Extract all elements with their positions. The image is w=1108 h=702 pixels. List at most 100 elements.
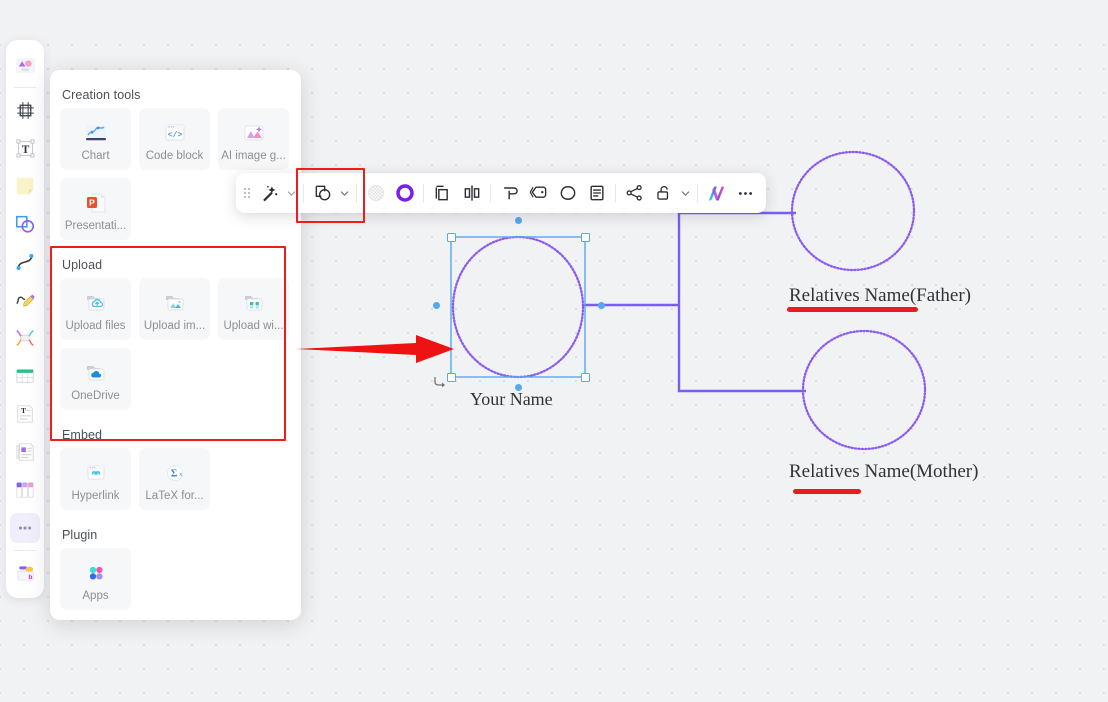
connection-point-bottom[interactable] [515, 384, 522, 391]
more-options-icon[interactable] [732, 179, 759, 207]
align-horizontal-icon[interactable] [458, 179, 485, 207]
selection-handle-top-left[interactable] [447, 233, 456, 242]
shape-picker-caret-icon[interactable] [337, 179, 352, 207]
rail-divider [14, 87, 36, 88]
selection-handle-bottom-right[interactable] [581, 373, 590, 382]
toolbar-divider [303, 183, 304, 203]
transparency-icon[interactable] [362, 179, 389, 207]
tile-label: Upload im... [143, 319, 206, 332]
left-toolbar[interactable]: T T b [6, 40, 44, 598]
annotation-underline-mother [793, 489, 861, 494]
node-label-father[interactable]: Relatives Name(Father) [789, 285, 971, 307]
ai-wand-caret-icon[interactable] [284, 179, 299, 207]
toolbar-divider [356, 183, 357, 203]
shape-picker-icon[interactable] [309, 179, 336, 207]
latex-icon: Σ x [160, 459, 190, 487]
upload-files-icon [81, 289, 111, 317]
tile-apps[interactable]: Apps [60, 548, 131, 610]
tile-label: Upload files [65, 319, 126, 332]
section-title-plugin: Plugin [62, 528, 98, 542]
connector-icon[interactable] [10, 247, 40, 277]
connection-point-top[interactable] [515, 217, 522, 224]
text-icon[interactable]: T [10, 133, 40, 163]
toolbar-divider [490, 183, 491, 203]
section-grid-plugin: Apps [50, 548, 301, 610]
notes-icon[interactable] [583, 179, 610, 207]
tile-onedrive[interactable]: OneDrive [60, 348, 131, 410]
tag-icon[interactable] [525, 179, 552, 207]
section-title-embed: Embed [62, 428, 103, 442]
svg-text:P: P [89, 197, 95, 207]
shape-context-toolbar[interactable] [236, 173, 766, 213]
tile-ai-image-generator[interactable]: AI image g... [218, 108, 289, 170]
ai-wand-icon[interactable] [256, 179, 283, 207]
svg-text:T: T [21, 143, 29, 155]
section-title-upload: Upload [62, 258, 103, 272]
tile-label: Presentati... [64, 219, 127, 232]
tile-latex-formula[interactable]: Σ x LaTeX for... [139, 448, 210, 510]
insert-panel[interactable]: Creation tools Chart </> Code block AI i… [50, 70, 301, 620]
tile-upload-widget[interactable]: Upload wi... [218, 278, 289, 340]
tile-presentation[interactable]: P Presentati... [60, 178, 131, 240]
hyperlink-icon [81, 459, 111, 487]
tile-upload-files[interactable]: Upload files [60, 278, 131, 340]
tile-label: Hyperlink [71, 489, 120, 502]
svg-text:Σ: Σ [170, 468, 177, 479]
section-grid-embed: Hyperlink Σ x LaTeX for... [50, 448, 301, 510]
tile-label: Apps [82, 589, 109, 602]
toolbar-divider [423, 183, 424, 203]
note-icon[interactable]: T [10, 399, 40, 429]
tile-hyperlink[interactable]: Hyperlink [60, 448, 131, 510]
connection-point-left[interactable] [433, 302, 440, 309]
tile-label: OneDrive [71, 389, 120, 402]
tile-label: AI image g... [221, 149, 286, 162]
connection-point-right[interactable] [598, 302, 605, 309]
node-label-mother[interactable]: Relatives Name(Mother) [789, 461, 978, 483]
more-tools-icon[interactable] [10, 513, 40, 543]
tile-label: Code block [145, 149, 204, 162]
align-vertical-icon[interactable] [429, 179, 456, 207]
node-label-you[interactable]: Your Name [470, 389, 553, 410]
upload-image-icon [160, 289, 190, 317]
section-title-creation-tools: Creation tools [62, 88, 141, 102]
blob-shape-icon[interactable] [554, 179, 581, 207]
unlock-caret-icon[interactable] [678, 179, 693, 207]
onedrive-icon [81, 359, 111, 387]
tile-label: Upload wi... [223, 319, 284, 332]
kanban-icon[interactable] [10, 475, 40, 505]
table-icon[interactable] [10, 361, 40, 391]
mindmap-icon[interactable] [10, 323, 40, 353]
ai-assistant-icon[interactable] [703, 179, 730, 207]
resources-icon[interactable]: b [10, 558, 40, 588]
rotate-handle-icon[interactable] [432, 373, 450, 391]
rail-divider-bottom [14, 550, 36, 551]
svg-text:b: b [28, 573, 32, 580]
tile-label: LaTeX for... [145, 489, 204, 502]
tile-label: Chart [81, 149, 110, 162]
chart-icon [81, 119, 111, 147]
tile-upload-image[interactable]: Upload im... [139, 278, 210, 340]
sticky-note-icon[interactable] [10, 171, 40, 201]
document-icon[interactable] [10, 437, 40, 467]
section-grid-upload: Upload files Upload im... Upload wi... O… [50, 278, 301, 410]
drag-handle[interactable] [239, 179, 255, 207]
canvas-top-strip [0, 0, 1108, 36]
fill-color-icon[interactable] [391, 179, 418, 207]
comment-icon[interactable] [496, 179, 523, 207]
apps-icon [81, 559, 111, 587]
selection-handle-top-right[interactable] [581, 233, 590, 242]
code-block-icon: </> [160, 119, 190, 147]
connector-nodes-icon[interactable] [621, 179, 648, 207]
templates-icon[interactable] [10, 50, 40, 80]
tile-code-block[interactable]: </> Code block [139, 108, 210, 170]
pen-icon[interactable] [10, 285, 40, 315]
ai-image-icon [239, 119, 269, 147]
presentation-icon: P [81, 189, 111, 217]
upload-widget-icon [239, 289, 269, 317]
toolbar-divider [615, 183, 616, 203]
toolbar-divider [697, 183, 698, 203]
shape-icon[interactable] [10, 209, 40, 239]
tile-chart[interactable]: Chart [60, 108, 131, 170]
frame-icon[interactable] [10, 95, 40, 125]
unlock-icon[interactable] [650, 179, 677, 207]
